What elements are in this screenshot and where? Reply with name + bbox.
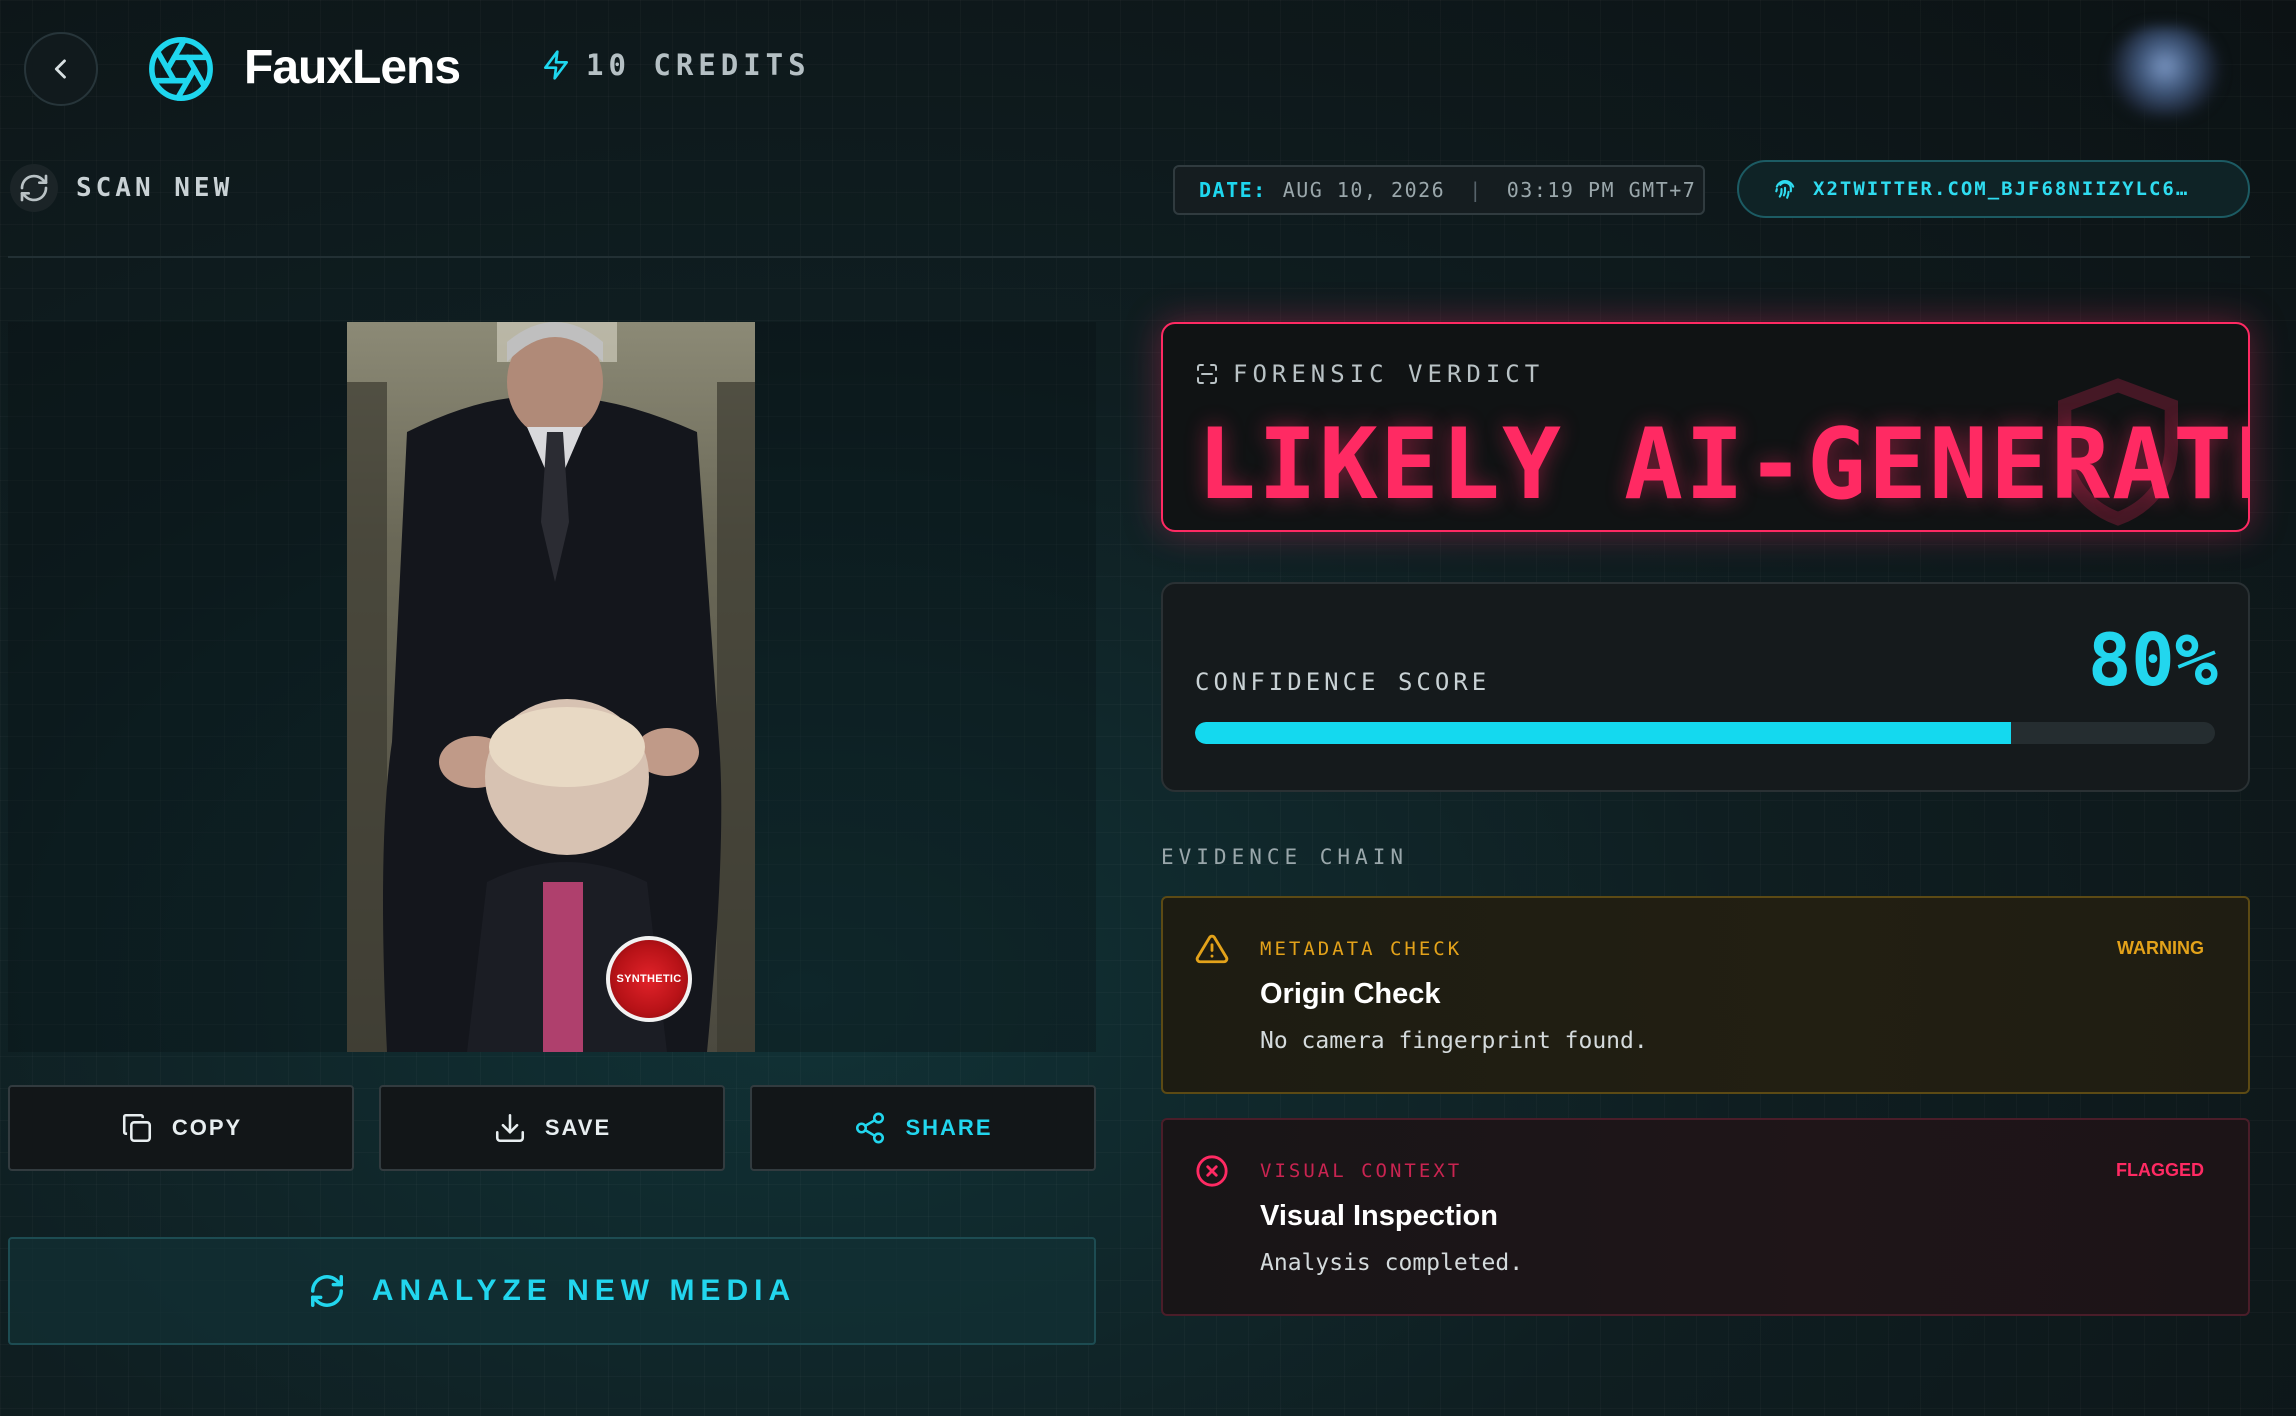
divider bbox=[8, 256, 2250, 258]
status-badge: FLAGGED bbox=[2116, 1160, 2204, 1180]
evidence-description: No camera fingerprint found. bbox=[1260, 1028, 1648, 1054]
share-icon bbox=[856, 1112, 885, 1144]
evidence-item-metadata: METADATA CHECK WARNING Origin Check No c… bbox=[1161, 896, 2250, 1094]
share-label: SHARE bbox=[905, 1115, 993, 1140]
confidence-label: CONFIDENCE SCORE bbox=[1195, 668, 1491, 696]
save-button[interactable]: SAVE bbox=[379, 1085, 725, 1171]
synthetic-badge-label: SYNTHETIC bbox=[616, 973, 682, 985]
scan-date: DATE: AUG 10, 2026 | 03:19 PM GMT+7 bbox=[1173, 165, 1705, 215]
date-key: DATE: bbox=[1199, 178, 1267, 202]
evidence-category: METADATA CHECK bbox=[1260, 938, 1463, 960]
copy-icon bbox=[122, 1113, 151, 1143]
date-value: AUG 10, 2026 bbox=[1282, 178, 1446, 202]
credits-count: 10 CREDITS bbox=[586, 48, 811, 82]
verdict-header: FORENSIC VERDICT bbox=[1195, 360, 1544, 388]
forensic-verdict-card: FORENSIC VERDICT LIKELY AI-GENERATED bbox=[1161, 322, 2250, 532]
refresh-icon bbox=[10, 164, 58, 212]
analyze-label: ANALYZE NEW MEDIA bbox=[371, 1274, 797, 1307]
avatar[interactable] bbox=[2110, 26, 2220, 116]
evidence-description: Analysis completed. bbox=[1260, 1250, 1524, 1276]
evidence-category: VISUAL CONTEXT bbox=[1260, 1160, 1463, 1182]
evidence-chain-title: EVIDENCE CHAIN bbox=[1161, 845, 1409, 869]
warning-icon bbox=[1195, 934, 1229, 964]
source-link[interactable]: X2TWITTER.COM_BJF68NIIZYLC6… bbox=[1737, 160, 2250, 218]
credits-indicator: 10 CREDITS bbox=[540, 48, 811, 82]
analyze-new-media-button[interactable]: ANALYZE NEW MEDIA bbox=[8, 1237, 1096, 1345]
scan-icon bbox=[1197, 364, 1217, 384]
status-badge: WARNING bbox=[2117, 938, 2204, 958]
time-value: 03:19 PM GMT+7 bbox=[1506, 178, 1697, 202]
download-icon bbox=[495, 1113, 524, 1143]
date-separator: | bbox=[1469, 178, 1483, 202]
chevron-left-icon bbox=[54, 59, 66, 79]
fingerprint-icon bbox=[1775, 180, 1795, 199]
evidence-title: Origin Check bbox=[1260, 978, 1441, 1010]
verdict-label: FORENSIC VERDICT bbox=[1233, 360, 1545, 388]
save-label: SAVE bbox=[544, 1115, 612, 1140]
error-icon bbox=[1196, 1155, 1228, 1187]
share-button[interactable]: SHARE bbox=[750, 1085, 1096, 1171]
synthetic-badge: SYNTHETIC bbox=[606, 936, 692, 1022]
confidence-card: CONFIDENCE SCORE 80% bbox=[1161, 582, 2250, 792]
analyzed-media-image bbox=[347, 322, 755, 1052]
back-button[interactable] bbox=[24, 32, 98, 106]
scan-new-button[interactable]: SCAN NEW bbox=[10, 164, 233, 212]
confidence-bar-fill bbox=[1195, 722, 2011, 744]
verdict-result: LIKELY AI-GENERATED bbox=[1197, 408, 2250, 522]
aperture-icon bbox=[149, 37, 213, 101]
refresh-icon bbox=[310, 1275, 343, 1307]
scan-new-label: SCAN NEW bbox=[76, 173, 234, 203]
evidence-item-visual: VISUAL CONTEXT FLAGGED Visual Inspection… bbox=[1161, 1118, 2250, 1316]
app-title: FauxLens bbox=[244, 41, 461, 94]
source-text: X2TWITTER.COM_BJF68NIIZYLC6… bbox=[1813, 178, 2190, 200]
copy-button[interactable]: COPY bbox=[8, 1085, 354, 1171]
copy-label: COPY bbox=[171, 1115, 243, 1140]
confidence-value: 80% bbox=[2087, 618, 2218, 702]
confidence-bar bbox=[1195, 722, 2215, 744]
bolt-icon bbox=[544, 50, 568, 80]
evidence-title: Visual Inspection bbox=[1260, 1200, 1498, 1232]
